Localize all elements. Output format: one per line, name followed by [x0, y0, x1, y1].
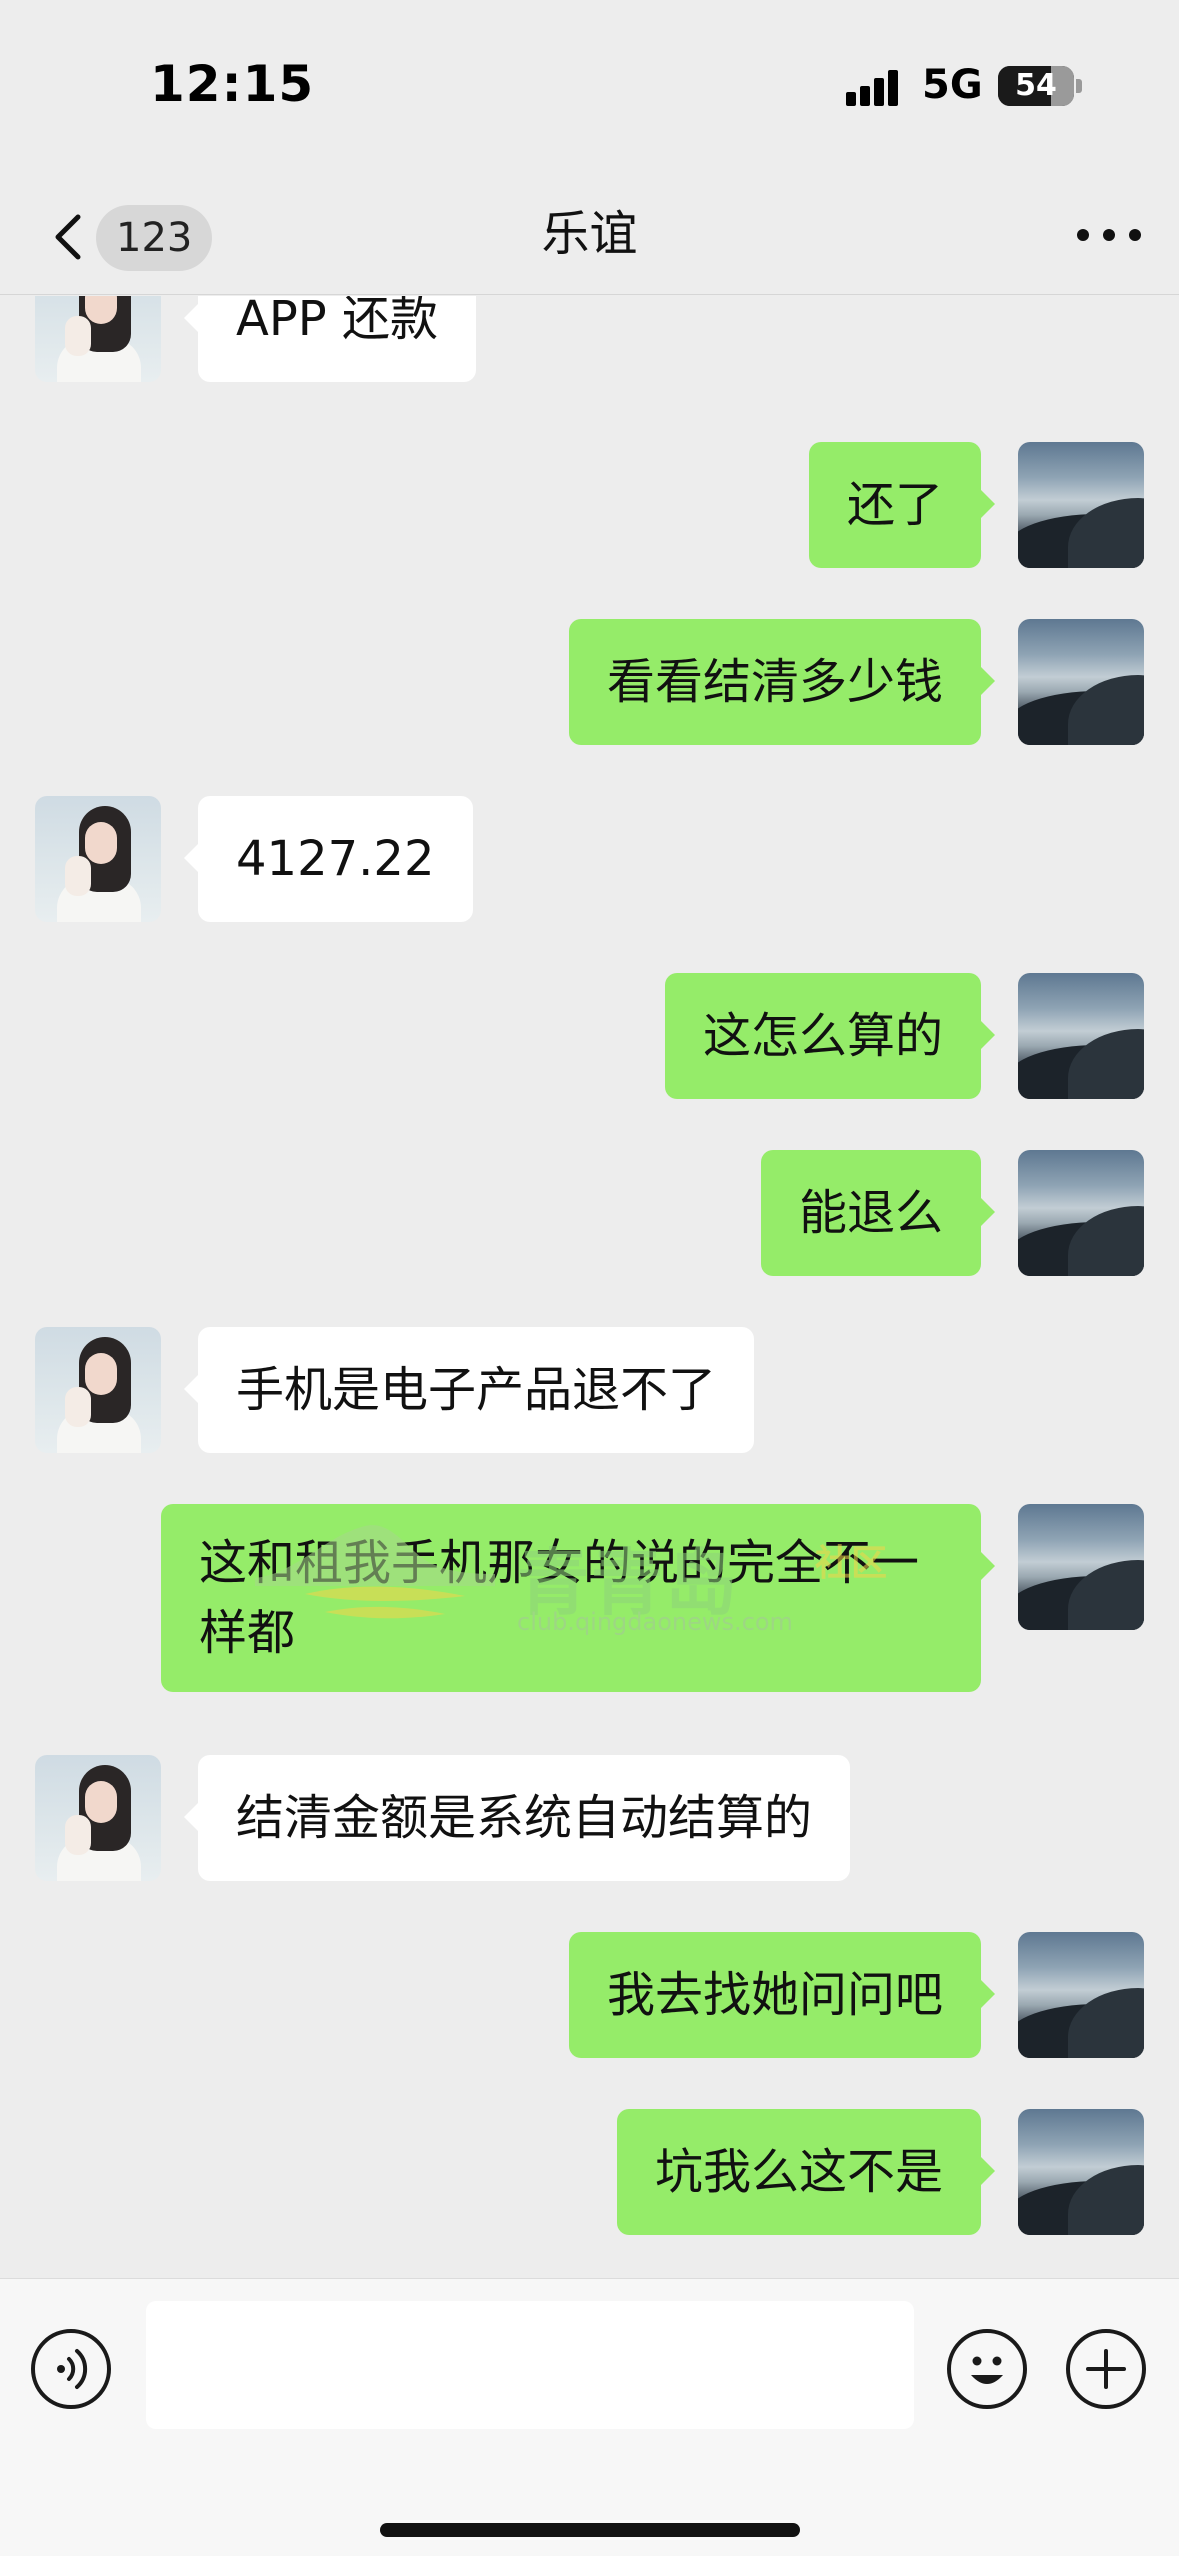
unread-badge: 123 [96, 205, 213, 271]
more-button[interactable] [1069, 205, 1149, 265]
outgoing-message-bubble[interactable]: 坑我么这不是 [616, 2109, 996, 2235]
outgoing-message-bubble[interactable]: 这和租我手机那女的说的完全不一样都 [161, 1504, 995, 1692]
signal-icon [846, 70, 906, 106]
outgoing-message-bubble[interactable]: 我去找她问问吧 [568, 1932, 996, 2058]
my-avatar[interactable] [1018, 1150, 1144, 1276]
input-bar [0, 2278, 1179, 2556]
my-avatar[interactable] [1018, 1504, 1144, 1630]
status-bar: 12:15 5G 54 [0, 0, 1179, 175]
plus-icon [1086, 2349, 1126, 2389]
incoming-message-bubble[interactable]: 手机是电子产品退不了 [183, 1327, 755, 1453]
contact-avatar[interactable] [35, 1755, 161, 1881]
battery-icon: 54 [998, 66, 1074, 106]
my-avatar[interactable] [1018, 1932, 1144, 2058]
status-time: 12:15 [150, 55, 315, 113]
my-avatar[interactable] [1018, 619, 1144, 745]
message-input[interactable] [146, 2301, 914, 2429]
chevron-left-icon [55, 214, 81, 260]
contact-avatar[interactable] [35, 1327, 161, 1453]
voice-button[interactable] [31, 2329, 111, 2409]
plus-button[interactable] [1066, 2329, 1146, 2409]
my-avatar[interactable] [1018, 442, 1144, 568]
outgoing-message-bubble[interactable]: 看看结清多少钱 [568, 619, 996, 745]
outgoing-message-bubble[interactable]: 能退么 [760, 1150, 996, 1276]
contact-avatar[interactable] [35, 796, 161, 922]
incoming-message-bubble[interactable]: APP 还款 [184, 296, 476, 382]
contact-avatar[interactable] [35, 296, 161, 382]
incoming-message-bubble[interactable]: 结清金额是系统自动结算的 [183, 1755, 851, 1881]
battery-tip [1076, 79, 1082, 93]
chat-list[interactable]: APP 还款还了看看结清多少钱 4127.22 这怎么算的能退么 手机是电子产品退不了… [0, 296, 1179, 2278]
outgoing-message-bubble[interactable]: 还了 [808, 442, 996, 568]
my-avatar[interactable] [1018, 973, 1144, 1099]
network-label: 5G [922, 62, 983, 108]
home-indicator [380, 2523, 800, 2537]
emoji-button[interactable] [947, 2329, 1027, 2409]
incoming-message-bubble[interactable]: 4127.22 [184, 796, 473, 922]
battery-level: 54 [1015, 68, 1057, 103]
my-avatar[interactable] [1018, 2109, 1144, 2235]
outgoing-message-bubble[interactable]: 这怎么算的 [664, 973, 996, 1099]
nav-bar: 123 乐谊 [0, 175, 1179, 295]
chat-screen: 12:15 5G 54 123 乐谊 APP 还款 还了 看看结清多少钱 412… [0, 0, 1179, 2556]
emoji-icon [971, 2356, 1003, 2384]
back-button[interactable]: 123 [40, 197, 220, 273]
voice-icon [57, 2349, 88, 2389]
